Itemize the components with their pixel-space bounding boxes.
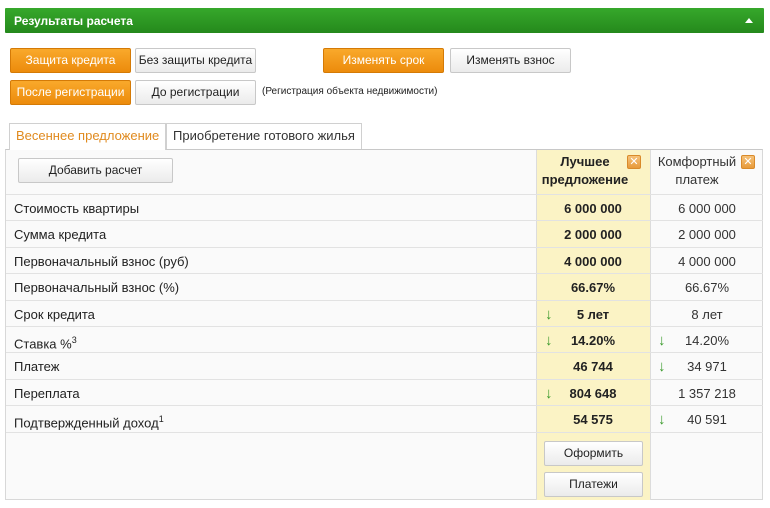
best-offer-value: 6 000 000 [564,201,622,216]
comfort-payment-value: 6 000 000 [678,201,736,216]
best-offer-title-line2: предложение [541,172,629,187]
comfort-payment-value: 66.67% [684,280,730,295]
best-offer-value: 5 лет [576,307,610,322]
table-row: Платеж 46 744 34 971 ↓ [6,352,763,379]
best-offer-title-line1: Лучшее [560,154,610,169]
row-label-text: Платеж [14,359,60,374]
footnote-marker: 1 [158,414,164,424]
arrow-down-icon: ↓ [545,385,553,402]
comfort-payment-title-line1: Комфортный [657,154,737,169]
table-row: Переплата 804 648 1 357 218 ↓ [6,379,763,406]
table-row: Первоначальный взнос (%) 66.67% 66.67% [6,273,763,300]
change-payment-button[interactable]: Изменять взнос [450,48,571,73]
after-registration-button[interactable]: После регистрации [10,80,131,105]
best-offer-header: Лучшее предложение [540,153,630,189]
table-row: Первоначальный взнос (руб) 4 000 000 4 000… [6,247,763,274]
comfort-payment-value: 34 971 [687,359,727,374]
row-label: Первоначальный взнос (руб) [14,248,189,275]
change-term-button[interactable]: Изменять срок [323,48,444,73]
results-header[interactable]: Результаты расчета [5,8,764,33]
comfort-payment-value: 2 000 000 [678,227,736,242]
tab-spring-offer[interactable]: Весеннее предложение [9,123,167,150]
table-row: Ставка %3 14.20% 14.20% ↓ ↓ [6,326,763,353]
table-row: Стоимость квартиры 6 000 000 6 000 000 [6,194,763,221]
close-icon[interactable]: ✕ [741,155,755,169]
footnote-marker: 3 [71,335,77,345]
row-label-text: Первоначальный взнос (руб) [14,254,189,269]
row-label: Стоимость квартиры [14,195,139,222]
table-row: Сумма кредита 2 000 000 2 000 000 [6,220,763,247]
row-label-text: Сумма кредита [14,227,107,242]
arrow-down-icon: ↓ [658,332,666,349]
best-offer-value: 66.67% [570,280,616,295]
add-calculation-button[interactable]: Добавить расчет [18,158,173,183]
row-label: Переплата [14,380,80,407]
comfort-payment-value: 4 000 000 [678,254,736,269]
apply-button[interactable]: Оформить [544,441,643,466]
registration-note: (Регистрация объекта недвижимости) [262,86,438,97]
before-registration-button[interactable]: До регистрации [135,80,256,105]
row-label-text: Переплата [14,386,80,401]
best-offer-value: 14.20% [570,333,616,348]
best-offer-value: 2 000 000 [564,227,622,242]
row-label: Срок кредита [14,301,95,328]
tab-ready-housing[interactable]: Приобретение готового жилья [166,123,362,149]
best-offer-value: 54 575 [573,412,613,427]
row-label-text: Ставка % [14,336,72,352]
arrow-down-icon: ↓ [545,332,553,349]
row-label-text: Стоимость квартиры [14,201,140,216]
payments-button[interactable]: Платежи [544,472,643,497]
row-label: Первоначальный взнос (%) [14,274,179,301]
no-credit-protection-button[interactable]: Без защиты кредита [135,48,256,73]
row-label-text: Первоначальный взнос (%) [14,280,180,295]
comfort-payment-title-line2: платеж [675,172,719,187]
best-offer-value: 46 744 [573,359,613,374]
table-row: Подтвержденный доход1 54 575 40 591 ↓ [6,405,763,432]
comfort-payment-value: 1 357 218 [678,386,736,401]
comfort-payment-value: 8 лет [691,307,723,322]
chevron-up-icon[interactable] [745,18,753,23]
arrow-down-icon: ↓ [658,411,666,428]
row-label: Платеж [14,353,59,380]
row-label-text: Подтвержденный доход [14,415,159,431]
close-icon[interactable]: ✕ [627,155,641,169]
row-label: Сумма кредита [14,221,106,248]
best-offer-value: 804 648 [569,386,617,401]
comfort-payment-value: 40 591 [687,412,727,427]
table-row: Срок кредита 5 лет 8 лет ↓ [6,300,763,327]
row-label-text: Срок кредита [14,307,95,322]
table-bottom-border [6,432,763,433]
results-title: Результаты расчета [14,14,133,28]
arrow-down-icon: ↓ [658,358,666,375]
comfort-payment-value: 14.20% [684,333,730,348]
best-offer-value: 4 000 000 [564,254,622,269]
comfort-payment-header: Комфортный платеж [654,153,740,189]
arrow-down-icon: ↓ [545,306,553,323]
credit-protection-button[interactable]: Защита кредита [10,48,131,73]
